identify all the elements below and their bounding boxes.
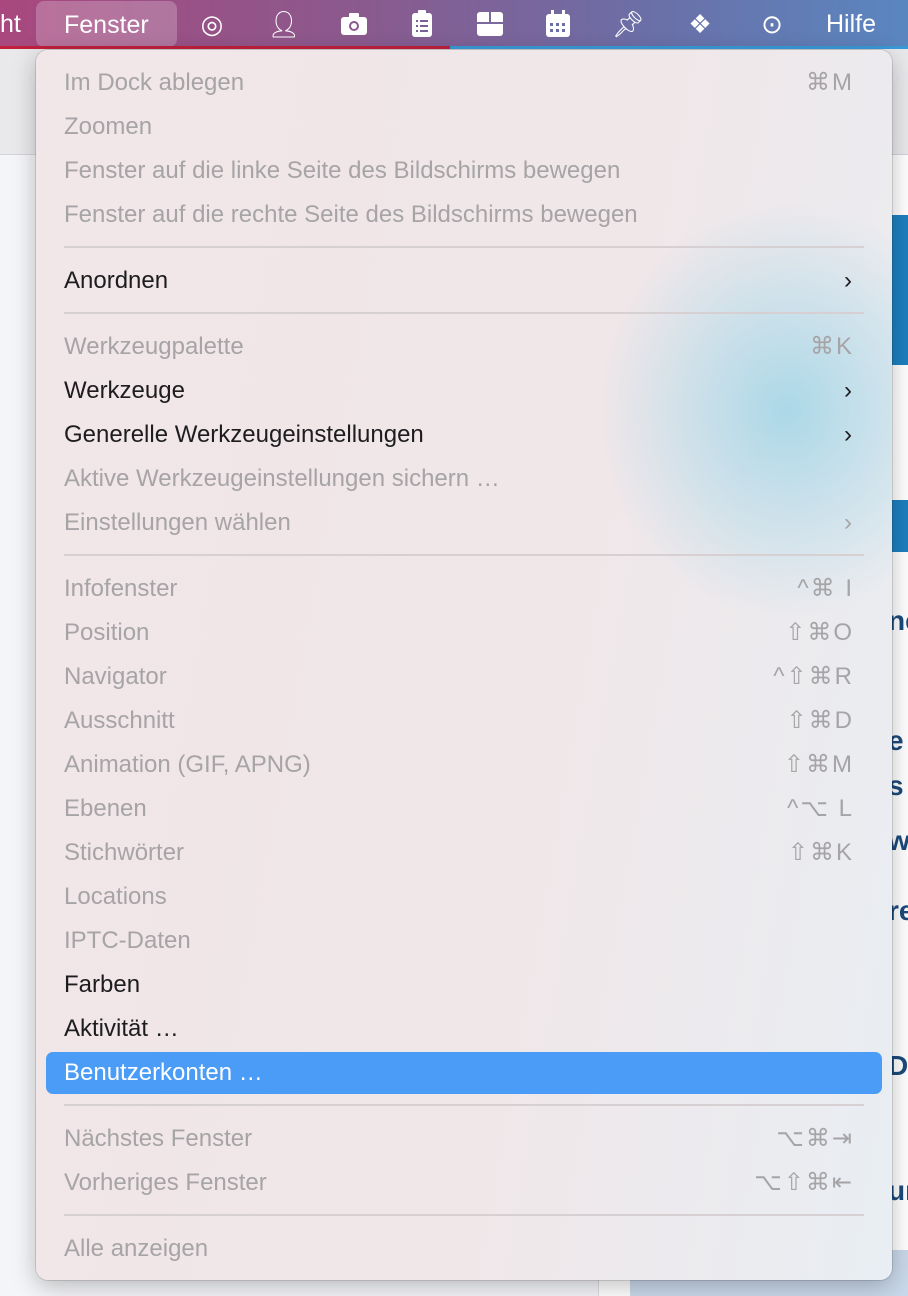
- pin-icon[interactable]: 📌︎: [612, 8, 645, 40]
- menu-item-label: Stichwörter: [64, 839, 185, 866]
- keyboard-shortcut: ⌘M: [806, 69, 854, 96]
- menu-item-einstellungen-wählen[interactable]: Einstellungen wählen ›: [46, 502, 882, 544]
- menu-item-label: Locations: [64, 883, 167, 910]
- chevron-right-icon: ›: [844, 267, 852, 294]
- menu-item-aktive-werkzeugeinstellungen-sichern[interactable]: Aktive Werkzeugeinstellungen sichern …: [46, 458, 882, 500]
- keyboard-shortcut: ⌥⇧⌘⇤: [754, 1169, 854, 1196]
- menu-item-stichwörter[interactable]: Stichwörter ⇧⌘K: [46, 832, 882, 874]
- box-icon[interactable]: [474, 8, 506, 40]
- brush-icon[interactable]: ❖: [684, 8, 716, 40]
- menu-item-aktivität[interactable]: Aktivität …: [46, 1008, 882, 1050]
- menu-item-label: Farben: [64, 971, 141, 998]
- menu-separator: [64, 1214, 864, 1216]
- menubar-item-partial[interactable]: ht: [0, 0, 21, 48]
- menu-item-infofenster[interactable]: Infofenster ^⌘ I: [46, 568, 882, 610]
- more-icon[interactable]: ⊙: [756, 8, 788, 40]
- menu-item-label: Navigator: [64, 663, 167, 690]
- keyboard-shortcut: ⇧⌘M: [783, 751, 854, 778]
- menu-item-animation-gif-apng[interactable]: Animation (GIF, APNG) ⇧⌘M: [46, 744, 882, 786]
- menu-item-farben[interactable]: Farben: [46, 964, 882, 1006]
- menu-item-fenster-auf-die-linke-seite-des-bildschirms-bewegen[interactable]: Fenster auf die linke Seite des Bildschi…: [46, 150, 882, 192]
- chevron-right-icon: ›: [844, 421, 852, 448]
- keyboard-shortcut: ⇧⌘O: [785, 619, 854, 646]
- accent-strip: [450, 46, 908, 49]
- menu-item-im-dock-ablegen[interactable]: Im Dock ablegen ⌘M: [46, 62, 882, 104]
- menu-item-label: Werkzeuge: [64, 377, 185, 404]
- menu-separator: [64, 312, 864, 314]
- chevron-right-icon: ›: [844, 377, 852, 404]
- menu-item-position[interactable]: Position ⇧⌘O: [46, 612, 882, 654]
- menu-item-label: Nächstes Fenster: [64, 1125, 253, 1152]
- fenster-dropdown-menu: Im Dock ablegen ⌘M Zoomen Fenster auf die l…: [36, 50, 892, 1280]
- menu-item-ebenen[interactable]: Ebenen ^⌥ L: [46, 788, 882, 830]
- menu-item-label: Werkzeugpalette: [64, 333, 244, 360]
- menu-item-alle-anzeigen[interactable]: Alle anzeigen: [46, 1228, 882, 1270]
- menu-item-label: Fenster auf die linke Seite des Bildschi…: [64, 157, 621, 184]
- menu-item-label: Im Dock ablegen: [64, 69, 245, 96]
- menu-item-label: Ausschnitt: [64, 707, 175, 734]
- keyboard-shortcut: ^⌘ I: [797, 575, 854, 602]
- clipboard-icon[interactable]: [406, 8, 438, 40]
- menu-item-label: Anordnen: [64, 267, 169, 294]
- menu-item-label: Animation (GIF, APNG): [64, 751, 311, 778]
- menu-separator: [64, 246, 864, 248]
- menu-item-navigator[interactable]: Navigator ^⇧⌘R: [46, 656, 882, 698]
- menu-item-label: IPTC-Daten: [64, 927, 191, 954]
- person-icon[interactable]: 👤︎: [268, 8, 301, 40]
- calendar-icon[interactable]: [542, 8, 574, 40]
- menu-item-locations[interactable]: Locations: [46, 876, 882, 918]
- keyboard-shortcut: ^⇧⌘R: [773, 663, 854, 690]
- menu-bar: ht Fenster ◎ 👤︎ 📌︎ ❖ ⊙ Hilfe: [0, 0, 908, 49]
- menu-item-benutzerkonten[interactable]: Benutzerkonten …: [46, 1052, 882, 1094]
- menu-item-werkzeugpalette[interactable]: Werkzeugpalette ⌘K: [46, 326, 882, 368]
- keyboard-shortcut: ⌥⌘⇥: [776, 1125, 854, 1152]
- keyboard-shortcut: ⇧⌘K: [787, 839, 854, 866]
- menu-item-nächstes-fenster[interactable]: Nächstes Fenster ⌥⌘⇥: [46, 1118, 882, 1160]
- menu-item-anordnen[interactable]: Anordnen ›: [46, 260, 882, 302]
- menu-item-label: Einstellungen wählen: [64, 509, 291, 536]
- menu-item-vorheriges-fenster[interactable]: Vorheriges Fenster ⌥⇧⌘⇤: [46, 1162, 882, 1204]
- menu-item-label: Zoomen: [64, 113, 153, 140]
- menu-item-generelle-werkzeugeinstellungen[interactable]: Generelle Werkzeugeinstellungen ›: [46, 414, 882, 456]
- menu-item-label: Infofenster: [64, 575, 178, 602]
- menu-item-label: Ebenen: [64, 795, 147, 822]
- menu-item-werkzeuge[interactable]: Werkzeuge ›: [46, 370, 882, 412]
- target-icon[interactable]: ◎: [196, 8, 228, 40]
- menu-item-label: Alle anzeigen: [64, 1235, 209, 1262]
- chevron-right-icon: ›: [844, 509, 852, 536]
- camera-icon[interactable]: [338, 8, 370, 40]
- menu-item-label: Fenster auf die rechte Seite des Bildsch…: [64, 201, 638, 228]
- menu-item-ausschnitt[interactable]: Ausschnitt ⇧⌘D: [46, 700, 882, 742]
- menu-item-label: Aktivität …: [64, 1015, 179, 1042]
- menu-item-label: Vorheriges Fenster: [64, 1169, 267, 1196]
- menu-item-label: Position: [64, 619, 150, 646]
- accent-strip: [0, 46, 450, 49]
- menubar-item-fenster[interactable]: Fenster: [36, 1, 177, 47]
- menu-item-label: Benutzerkonten …: [64, 1059, 263, 1086]
- keyboard-shortcut: ⇧⌘D: [786, 707, 854, 734]
- menu-separator: [64, 554, 864, 556]
- menu-item-fenster-auf-die-rechte-seite-des-bildschirms-bewegen[interactable]: Fenster auf die rechte Seite des Bildsch…: [46, 194, 882, 236]
- menu-item-label: Aktive Werkzeugeinstellungen sichern …: [64, 465, 500, 492]
- menu-item-label: Generelle Werkzeugeinstellungen: [64, 421, 424, 448]
- menu-separator: [64, 1104, 864, 1106]
- keyboard-shortcut: ⌘K: [809, 333, 854, 360]
- keyboard-shortcut: ^⌥ L: [787, 795, 854, 822]
- menu-item-zoomen[interactable]: Zoomen: [46, 106, 882, 148]
- menubar-item-hilfe[interactable]: Hilfe: [826, 0, 876, 48]
- menu-item-iptc-daten[interactable]: IPTC-Daten: [46, 920, 882, 962]
